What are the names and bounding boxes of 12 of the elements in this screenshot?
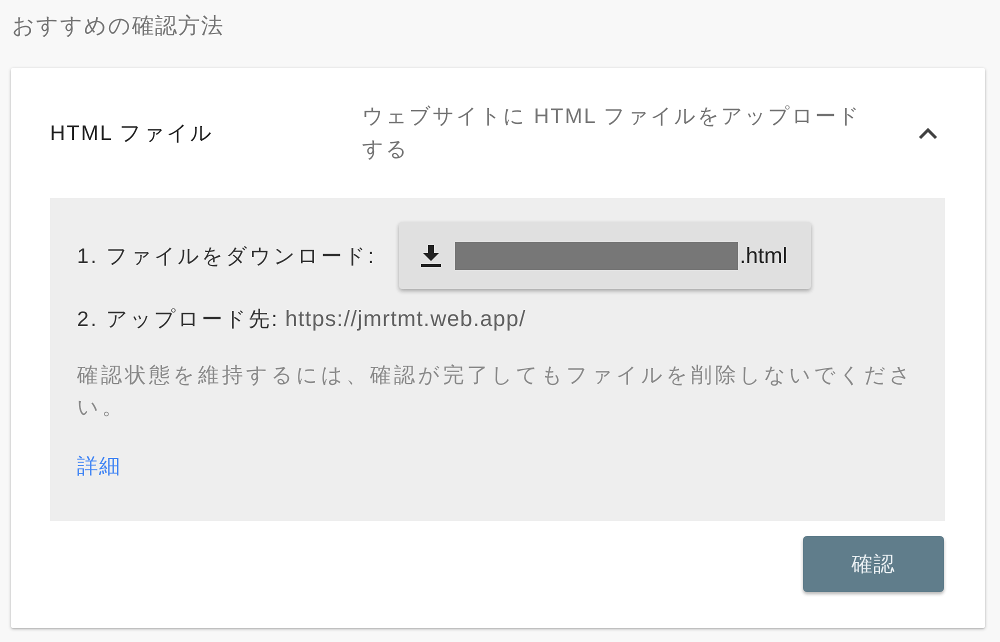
download-icon bbox=[420, 244, 441, 266]
collapse-chevron-icon[interactable] bbox=[918, 126, 938, 140]
note-text: 確認状態を維持するには、確認が完了してもファイルを削除しないでください。 bbox=[77, 363, 915, 421]
confirm-button[interactable]: 確認 bbox=[803, 536, 944, 592]
step-label: 2. アップロード先: bbox=[77, 307, 280, 333]
step-label: 1. ファイルをダウンロード: bbox=[77, 244, 376, 270]
upload-url: https://jmrtmt.web.app/ bbox=[285, 306, 526, 332]
method-description: ウェブサイトに HTML ファイルをアップロードする bbox=[362, 104, 862, 163]
download-file-button[interactable]: .html bbox=[398, 222, 811, 289]
method-title: HTML ファイル bbox=[50, 121, 215, 147]
details-link[interactable]: 詳細 bbox=[77, 452, 121, 480]
section-heading: おすすめの確認方法 bbox=[12, 12, 224, 40]
